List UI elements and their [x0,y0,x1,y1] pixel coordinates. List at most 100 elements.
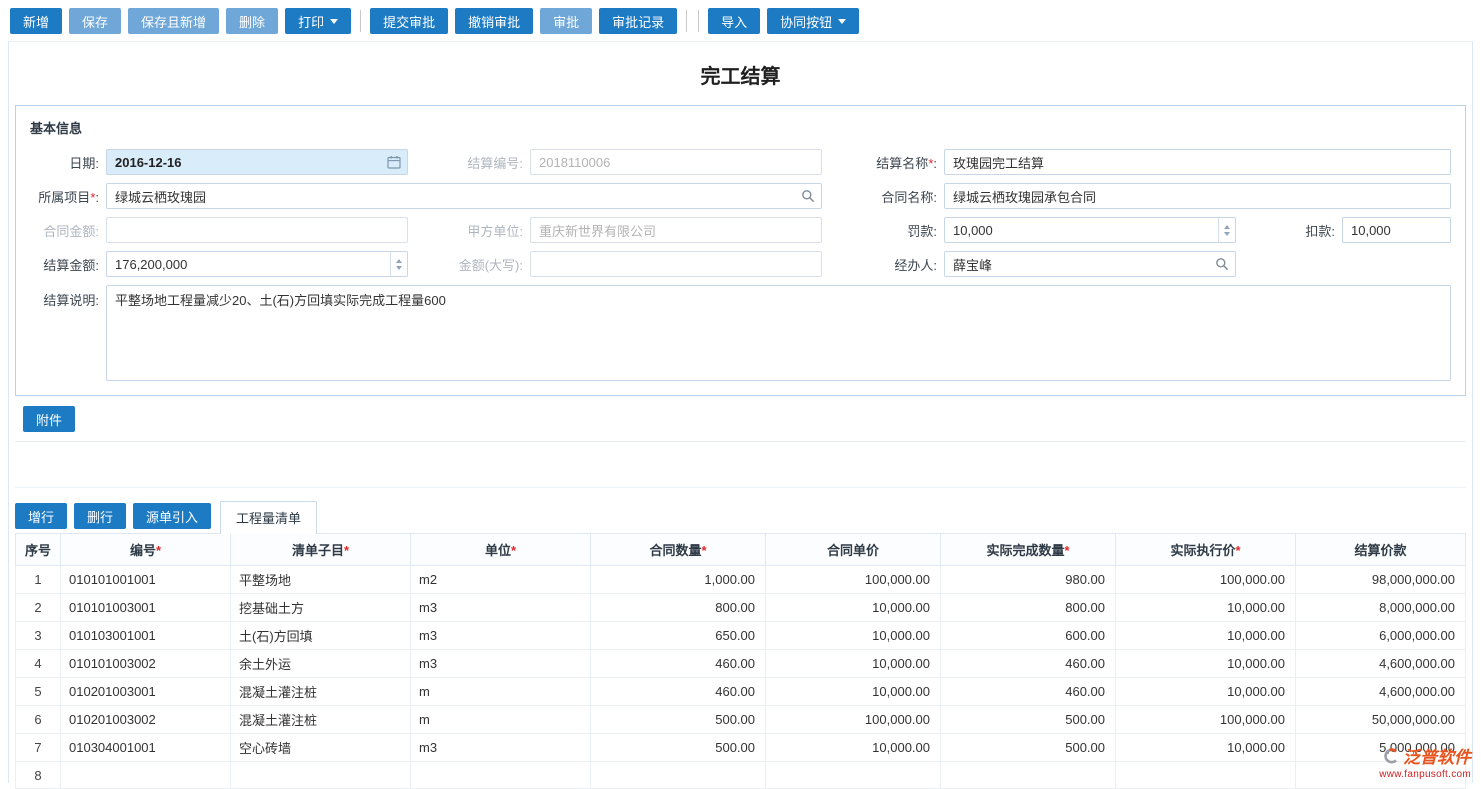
cell-contract_qty[interactable]: 650.00 [591,622,766,650]
cell-no[interactable]: 3 [16,622,61,650]
table-row[interactable]: 7010304001001空心砖墙m3500.0010,000.00500.00… [16,734,1466,762]
cell-settlement[interactable]: 98,000,000.00 [1296,566,1466,594]
cell-actual_price[interactable]: 10,000.00 [1116,622,1296,650]
search-icon[interactable] [1215,257,1229,271]
cell-actual_qty[interactable]: 460.00 [941,650,1116,678]
cell-actual_price[interactable]: 10,000.00 [1116,650,1296,678]
cell-contract_price[interactable]: 10,000.00 [766,622,941,650]
cell-settlement[interactable]: 50,000,000.00 [1296,706,1466,734]
cell-unit[interactable]: m3 [411,734,591,762]
table-row[interactable]: 3010103001001土(石)方回填m3650.0010,000.00600… [16,622,1466,650]
cell-item[interactable]: 平整场地 [231,566,411,594]
cell-contract_price[interactable]: 100,000.00 [766,706,941,734]
cell-actual_qty[interactable]: 800.00 [941,594,1116,622]
cell-actual_qty[interactable]: 460.00 [941,678,1116,706]
cell-no[interactable]: 4 [16,650,61,678]
table-row[interactable]: 5010201003001混凝土灌注桩m460.0010,000.00460.0… [16,678,1466,706]
cell-actual_price[interactable]: 10,000.00 [1116,594,1296,622]
cell-contract_price[interactable] [766,762,941,789]
table-row[interactable]: 8 [16,762,1466,789]
save-and-new-button[interactable]: 保存且新增 [128,8,219,34]
tab-quantity-list[interactable]: 工程量清单 [220,501,317,534]
cell-item[interactable]: 土(石)方回填 [231,622,411,650]
print-button[interactable]: 打印 [285,8,351,34]
column-header-unit[interactable]: 单位* [411,534,591,566]
stepper-up-icon[interactable] [1224,225,1230,229]
cell-code[interactable]: 010201003001 [61,678,231,706]
delete-button[interactable]: 删除 [226,8,278,34]
cell-unit[interactable] [411,762,591,789]
cell-actual_qty[interactable]: 600.00 [941,622,1116,650]
cell-no[interactable]: 7 [16,734,61,762]
cell-contract_qty[interactable]: 500.00 [591,734,766,762]
number-stepper[interactable] [1218,218,1235,242]
settlement-name-input[interactable] [944,149,1451,175]
cell-no[interactable]: 6 [16,706,61,734]
cell-code[interactable]: 010103001001 [61,622,231,650]
cell-item[interactable] [231,762,411,789]
cell-actual_qty[interactable]: 500.00 [941,734,1116,762]
cell-unit[interactable]: m [411,678,591,706]
column-header-item[interactable]: 清单子目* [231,534,411,566]
cell-settlement[interactable]: 4,600,000.00 [1296,650,1466,678]
cell-contract_qty[interactable] [591,762,766,789]
contract-name-input[interactable] [944,183,1451,209]
cell-code[interactable]: 010201003002 [61,706,231,734]
cell-actual_qty[interactable]: 500.00 [941,706,1116,734]
new-button[interactable]: 新增 [10,8,62,34]
table-row[interactable]: 4010101003002余土外运m3460.0010,000.00460.00… [16,650,1466,678]
date-input[interactable] [106,149,408,175]
cell-unit[interactable]: m [411,706,591,734]
cell-settlement[interactable]: 5,000,000.00 [1296,734,1466,762]
cell-actual_price[interactable]: 10,000.00 [1116,678,1296,706]
delete-row-button[interactable]: 删行 [74,503,126,529]
penalty-input[interactable] [944,217,1236,243]
number-stepper[interactable] [390,252,407,276]
revoke-approval-button[interactable]: 撤销审批 [455,8,533,34]
cell-item[interactable]: 混凝土灌注桩 [231,706,411,734]
cell-actual_price[interactable]: 100,000.00 [1116,706,1296,734]
cell-item[interactable]: 挖基础土方 [231,594,411,622]
column-header-code[interactable]: 编号* [61,534,231,566]
cell-settlement[interactable]: 4,600,000.00 [1296,678,1466,706]
cell-item[interactable]: 余土外运 [231,650,411,678]
cell-actual_qty[interactable]: 980.00 [941,566,1116,594]
cell-item[interactable]: 空心砖墙 [231,734,411,762]
cell-contract_price[interactable]: 100,000.00 [766,566,941,594]
stepper-down-icon[interactable] [396,266,402,270]
cell-contract_price[interactable]: 10,000.00 [766,650,941,678]
cell-no[interactable]: 5 [16,678,61,706]
column-header-no[interactable]: 序号 [16,534,61,566]
cell-code[interactable]: 010304001001 [61,734,231,762]
cell-unit[interactable]: m3 [411,594,591,622]
cell-unit[interactable]: m2 [411,566,591,594]
cell-code[interactable]: 010101001001 [61,566,231,594]
column-header-actual_qty[interactable]: 实际完成数量* [941,534,1116,566]
cell-actual_price[interactable]: 100,000.00 [1116,566,1296,594]
cell-actual_price[interactable]: 10,000.00 [1116,734,1296,762]
cell-contract_qty[interactable]: 460.00 [591,678,766,706]
source-import-button[interactable]: 源单引入 [133,503,211,529]
attachment-button[interactable]: 附件 [23,406,75,432]
cell-contract_qty[interactable]: 800.00 [591,594,766,622]
cell-item[interactable]: 混凝土灌注桩 [231,678,411,706]
column-header-actual_price[interactable]: 实际执行价* [1116,534,1296,566]
collaboration-button[interactable]: 协同按钮 [767,8,859,34]
save-button[interactable]: 保存 [69,8,121,34]
cell-code[interactable] [61,762,231,789]
cell-code[interactable]: 010101003002 [61,650,231,678]
table-row[interactable]: 1010101001001平整场地m21,000.00100,000.00980… [16,566,1466,594]
column-header-contract_price[interactable]: 合同单价 [766,534,941,566]
calendar-icon[interactable] [387,155,401,169]
add-row-button[interactable]: 增行 [15,503,67,529]
search-icon[interactable] [801,189,815,203]
cell-code[interactable]: 010101003001 [61,594,231,622]
approve-button[interactable]: 审批 [540,8,592,34]
handler-input[interactable] [944,251,1236,277]
approval-records-button[interactable]: 审批记录 [599,8,677,34]
column-header-settlement[interactable]: 结算价款 [1296,534,1466,566]
import-button[interactable]: 导入 [708,8,760,34]
cell-contract_qty[interactable]: 460.00 [591,650,766,678]
cell-contract_price[interactable]: 10,000.00 [766,734,941,762]
cell-no[interactable]: 8 [16,762,61,789]
